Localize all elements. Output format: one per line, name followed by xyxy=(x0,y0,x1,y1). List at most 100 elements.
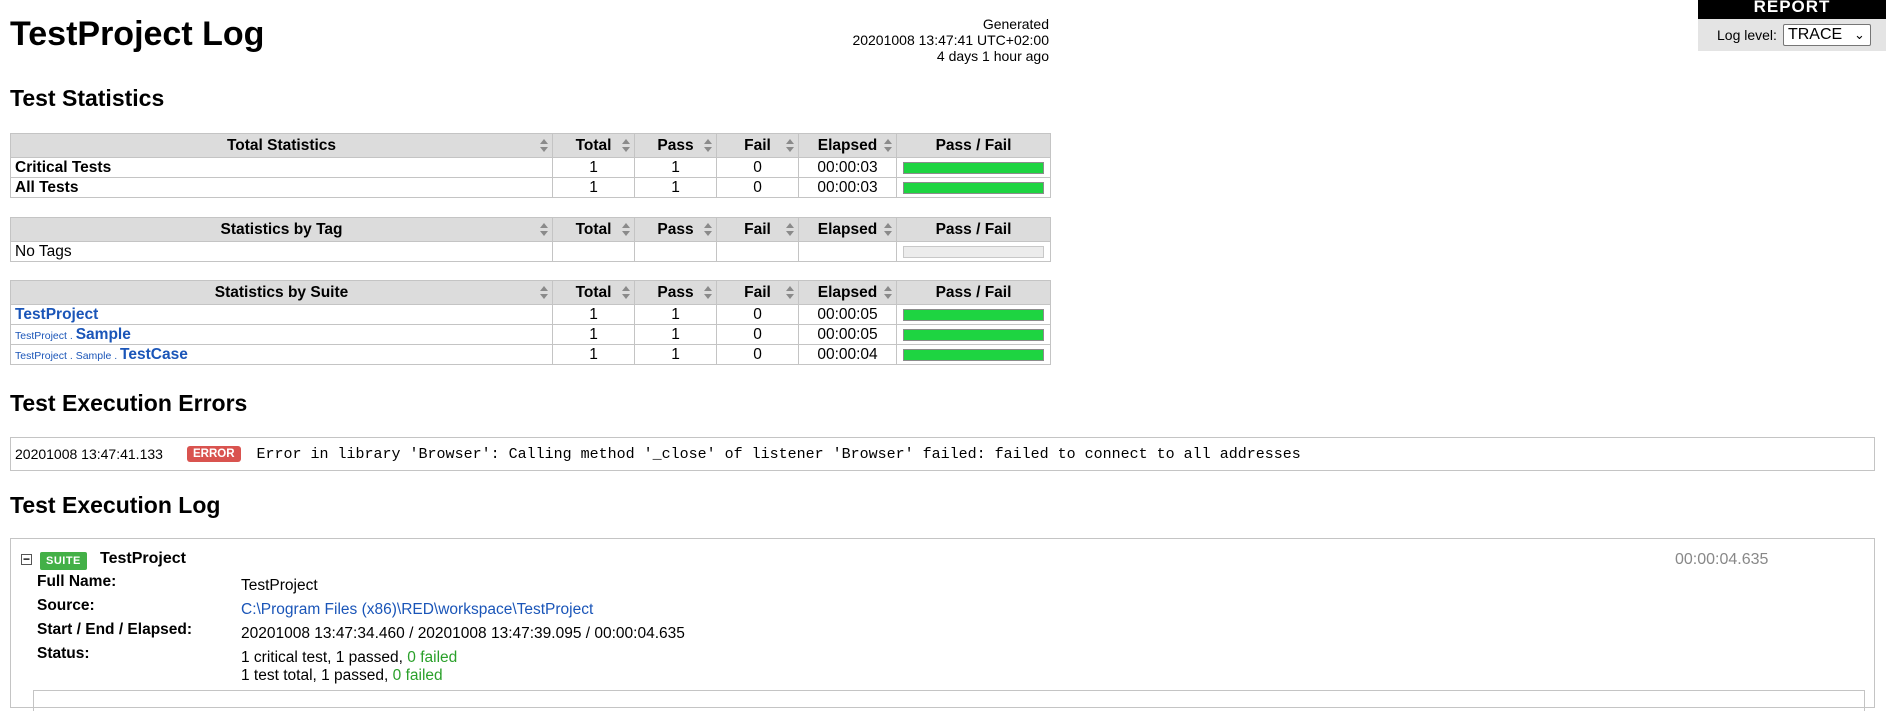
column-header-elapsed[interactable]: Elapsed xyxy=(798,217,897,242)
column-header-pass[interactable]: Pass xyxy=(634,217,717,242)
stat-elapsed: 00:00:05 xyxy=(798,324,897,345)
test-statistics-heading: Test Statistics xyxy=(10,85,165,111)
source-link[interactable]: C:\Program Files (x86)\RED\workspace\Tes… xyxy=(241,601,593,618)
sort-icon[interactable] xyxy=(540,139,548,152)
sort-icon[interactable] xyxy=(622,223,630,236)
sort-icon[interactable] xyxy=(540,286,548,299)
column-header-fail[interactable]: Fail xyxy=(716,133,799,158)
error-message: Error in library 'Browser': Calling meth… xyxy=(256,445,1301,463)
stat-fail xyxy=(716,241,799,262)
table-row[interactable]: Critical Tests 1 1 0 00:00:03 xyxy=(10,157,1051,178)
collapse-toggle[interactable]: − xyxy=(21,553,32,565)
stat-pass xyxy=(634,241,717,262)
stat-bar-cell xyxy=(896,344,1051,365)
stat-pass: 1 xyxy=(634,157,717,178)
suite-name[interactable]: TestProject xyxy=(100,550,186,568)
stat-elapsed xyxy=(798,241,897,262)
stat-name: All Tests xyxy=(10,177,553,198)
errors-heading: Test Execution Errors xyxy=(10,390,248,416)
full-name-label: Full Name: xyxy=(37,573,117,590)
sort-icon[interactable] xyxy=(884,223,892,236)
full-name-row: Full Name: TestProject xyxy=(37,573,318,595)
chevron-down-icon: ⌄ xyxy=(1854,27,1865,42)
stat-bar-cell xyxy=(896,304,1051,325)
table-row[interactable]: All Tests 1 1 0 00:00:03 xyxy=(10,177,1051,198)
child-log-element xyxy=(33,690,1865,711)
column-header-elapsed[interactable]: Elapsed xyxy=(798,280,897,305)
times-label: Start / End / Elapsed: xyxy=(37,621,193,638)
column-header-fail[interactable]: Fail xyxy=(716,280,799,305)
stat-total: 1 xyxy=(552,324,635,345)
sort-icon[interactable] xyxy=(704,286,712,299)
column-header-total[interactable]: Total xyxy=(552,280,635,305)
table-row[interactable]: No Tags xyxy=(10,241,1051,262)
sort-icon[interactable] xyxy=(622,286,630,299)
column-header-pass[interactable]: Pass xyxy=(634,280,717,305)
stat-name: TestProject xyxy=(10,304,553,325)
suite-link[interactable]: TestProject . Sample . TestCase xyxy=(15,346,188,363)
sort-icon[interactable] xyxy=(786,286,794,299)
pass-fail-bar xyxy=(903,245,1044,258)
stat-fail: 0 xyxy=(716,177,799,198)
times-row: Start / End / Elapsed: 20201008 13:47:34… xyxy=(37,621,685,643)
pass-fail-bar xyxy=(903,308,1044,321)
table-row[interactable]: TestProject . Sample 1 1 0 00:00:05 xyxy=(10,324,1051,345)
stat-total: 1 xyxy=(552,344,635,365)
sort-icon[interactable] xyxy=(704,139,712,152)
stat-elapsed: 00:00:03 xyxy=(798,157,897,178)
table-row[interactable]: TestProject 1 1 0 00:00:05 xyxy=(10,304,1051,325)
stat-total: 1 xyxy=(552,157,635,178)
report-link[interactable]: REPORT xyxy=(1698,0,1886,19)
error-level-badge: ERROR xyxy=(187,446,241,462)
stat-pass: 1 xyxy=(634,324,717,345)
column-header-statistics-by-tag[interactable]: Statistics by Tag xyxy=(10,217,553,242)
column-header-statistics-by-suite[interactable]: Statistics by Suite xyxy=(10,280,553,305)
stat-pass: 1 xyxy=(634,177,717,198)
generated-info: Generated 20201008 13:47:41 UTC+02:00 4 … xyxy=(749,16,1049,64)
stat-fail: 0 xyxy=(716,324,799,345)
suite-log-element: − SUITE TestProject 00:00:04.635 Full Na… xyxy=(10,538,1875,711)
sort-icon[interactable] xyxy=(786,139,794,152)
stat-total: 1 xyxy=(552,304,635,325)
pass-fail-bar xyxy=(903,161,1044,174)
suite-link[interactable]: TestProject . Sample xyxy=(15,326,131,343)
execution-log-heading: Test Execution Log xyxy=(10,492,221,518)
stat-elapsed: 00:00:05 xyxy=(798,304,897,325)
generated-label: Generated xyxy=(982,16,1049,32)
times-value: 20201008 13:47:34.460 / 20201008 13:47:3… xyxy=(241,625,685,642)
total-statistics-table: Total Statistics Total Pass Fail Elapsed… xyxy=(10,133,1051,198)
stat-bar-cell xyxy=(896,157,1051,178)
report-panel: REPORT Log level: TRACE ⌄ xyxy=(1698,0,1886,51)
column-header-total[interactable]: Total xyxy=(552,217,635,242)
stat-total: 1 xyxy=(552,177,635,198)
sort-icon[interactable] xyxy=(704,223,712,236)
sort-icon[interactable] xyxy=(622,139,630,152)
tag-statistics-table: Statistics by Tag Total Pass Fail Elapse… xyxy=(10,217,1051,262)
pass-fail-bar xyxy=(903,348,1044,361)
sort-icon[interactable] xyxy=(786,223,794,236)
status-label: Status: xyxy=(37,645,90,662)
stat-bar-cell xyxy=(896,324,1051,345)
table-row[interactable]: TestProject . Sample . TestCase 1 1 0 00… xyxy=(10,344,1051,365)
column-header-elapsed[interactable]: Elapsed xyxy=(798,133,897,158)
sort-icon[interactable] xyxy=(540,223,548,236)
column-header-fail[interactable]: Fail xyxy=(716,217,799,242)
log-level-label: Log level: xyxy=(1717,27,1777,43)
stat-name: No Tags xyxy=(10,241,553,262)
column-header-pass[interactable]: Pass xyxy=(634,133,717,158)
generated-time: 20201008 13:47:41 UTC+02:00 xyxy=(852,32,1049,48)
column-header-pass-fail: Pass / Fail xyxy=(896,133,1051,158)
suite-link[interactable]: TestProject xyxy=(15,306,98,323)
sort-icon[interactable] xyxy=(884,139,892,152)
stat-total xyxy=(552,241,635,262)
suite-elapsed: 00:00:04.635 xyxy=(1675,551,1769,568)
status-row: Status: 1 critical test, 1 passed, 0 fai… xyxy=(37,645,457,685)
log-level-select[interactable]: TRACE ⌄ xyxy=(1782,24,1871,46)
sort-icon[interactable] xyxy=(884,286,892,299)
column-header-pass-fail: Pass / Fail xyxy=(896,280,1051,305)
column-header-total[interactable]: Total xyxy=(552,133,635,158)
stat-fail: 0 xyxy=(716,344,799,365)
column-header-total-statistics[interactable]: Total Statistics xyxy=(10,133,553,158)
stat-pass: 1 xyxy=(634,304,717,325)
log-level-control: Log level: TRACE ⌄ xyxy=(1717,24,1871,46)
